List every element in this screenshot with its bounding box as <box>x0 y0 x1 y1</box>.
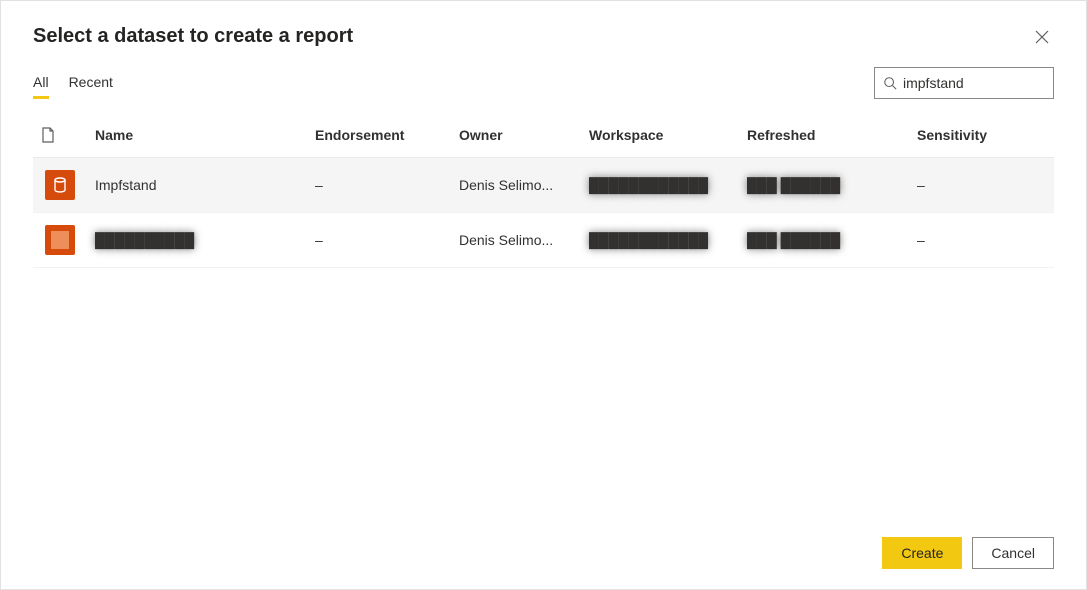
column-workspace[interactable]: Workspace <box>581 115 739 157</box>
create-button[interactable]: Create <box>882 537 962 569</box>
row-endorsement: – <box>307 220 451 260</box>
close-icon <box>1035 30 1049 44</box>
tab-all[interactable]: All <box>33 68 49 98</box>
cancel-button[interactable]: Cancel <box>972 537 1054 569</box>
row-name: ██████████ <box>87 220 307 260</box>
tabs: All Recent <box>33 68 113 98</box>
row-name: Impfstand <box>87 165 307 205</box>
dataset-table: Name Endorsement Owner Workspace Refresh… <box>1 99 1086 525</box>
column-owner[interactable]: Owner <box>451 115 581 157</box>
column-sensitivity[interactable]: Sensitivity <box>909 115 1019 157</box>
column-endorsement[interactable]: Endorsement <box>307 115 451 157</box>
select-dataset-dialog: Select a dataset to create a report All … <box>0 0 1087 590</box>
column-name[interactable]: Name <box>87 115 307 157</box>
row-refreshed: ███ ██████ <box>739 165 909 205</box>
row-refreshed: ███ ██████ <box>739 220 909 260</box>
column-refreshed[interactable]: Refreshed <box>739 115 909 157</box>
search-input[interactable] <box>903 75 1045 91</box>
dialog-header: Select a dataset to create a report <box>1 1 1086 57</box>
search-box[interactable] <box>874 67 1054 99</box>
table-row[interactable]: ██████████ – Denis Selimo... ███████████… <box>33 213 1054 268</box>
dialog-subheader: All Recent <box>1 57 1086 99</box>
column-icon <box>33 115 87 157</box>
row-sensitivity: – <box>909 165 1019 205</box>
tab-recent[interactable]: Recent <box>69 68 113 98</box>
search-icon <box>883 76 897 90</box>
dataset-icon <box>45 170 75 200</box>
row-workspace: ████████████ <box>581 220 739 260</box>
row-sensitivity: – <box>909 220 1019 260</box>
row-owner: Denis Selimo... <box>451 220 581 260</box>
file-icon <box>41 127 55 143</box>
dialog-title: Select a dataset to create a report <box>33 25 353 48</box>
close-button[interactable] <box>1030 25 1054 49</box>
row-owner: Denis Selimo... <box>451 165 581 205</box>
row-icon-cell <box>33 213 87 267</box>
row-icon-cell <box>33 158 87 212</box>
table-row[interactable]: Impfstand – Denis Selimo... ████████████… <box>33 158 1054 213</box>
dialog-footer: Create Cancel <box>1 525 1086 589</box>
dataset-icon <box>45 225 75 255</box>
table-header: Name Endorsement Owner Workspace Refresh… <box>33 115 1054 158</box>
row-workspace: ████████████ <box>581 165 739 205</box>
row-endorsement: – <box>307 165 451 205</box>
